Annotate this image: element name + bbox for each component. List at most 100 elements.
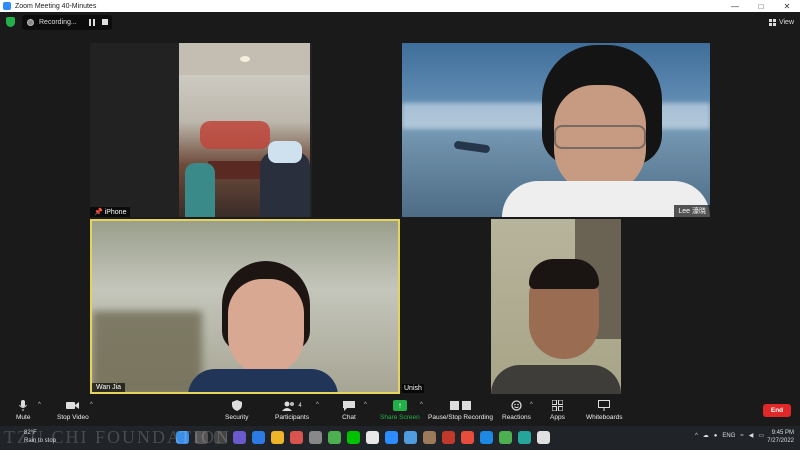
video-tile-unish[interactable]	[491, 219, 621, 394]
line-icon[interactable]	[347, 431, 360, 444]
participant-name-label: Unish	[402, 384, 424, 393]
reactions-button[interactable]: Reactions	[502, 400, 531, 421]
share-chevron-icon[interactable]: ^	[420, 402, 423, 408]
boat	[453, 140, 491, 154]
security-button[interactable]: Security	[225, 400, 248, 421]
shield-icon	[230, 400, 244, 411]
edge-icon[interactable]	[252, 431, 265, 444]
reactions-chevron-icon[interactable]: ^	[530, 402, 533, 408]
taskbar-clock[interactable]: 9:45 PM 7/27/2022	[767, 429, 794, 445]
reactions-label: Reactions	[502, 414, 531, 421]
shirt	[491, 365, 621, 394]
table	[208, 161, 266, 179]
app-icon[interactable]	[518, 431, 531, 444]
security-label: Security	[225, 414, 249, 421]
participant-name-label: Lee 濠晓	[674, 205, 710, 217]
recording-controls-icon	[449, 400, 473, 411]
chrome-icon[interactable]	[537, 431, 550, 444]
participant-name: iPhone	[104, 209, 127, 216]
participants-count: 4	[298, 402, 302, 409]
window-title: Zoom Meeting 40-Minutes	[15, 2, 97, 10]
close-button[interactable]: ✕	[774, 0, 800, 12]
taskbar-apps	[176, 431, 550, 444]
stop-video-label: Stop Video	[57, 414, 89, 421]
share-screen-icon: ↑	[392, 400, 407, 411]
participants-label: Participants	[275, 414, 309, 421]
whiteboards-label: Whiteboards	[586, 414, 623, 421]
maximize-button[interactable]: □	[748, 0, 774, 12]
wifi-icon[interactable]: ≈	[740, 433, 743, 439]
view-label: View	[778, 18, 794, 26]
window-controls: — □ ✕	[722, 0, 800, 12]
mute-button[interactable]: Mute	[16, 400, 30, 421]
recording-indicator: Recording...	[22, 15, 112, 30]
share-screen-label: Share Screen	[380, 414, 420, 421]
group-of-people	[200, 121, 270, 149]
share-screen-button[interactable]: ↑ Share Screen	[380, 400, 420, 421]
app-icon[interactable]	[499, 431, 512, 444]
cloud-icon[interactable]: ☁	[703, 432, 709, 439]
pause-stop-recording-label: Pause/Stop Recording	[428, 414, 494, 421]
system-tray: ^ ☁ ● ENG ≈ ◀ ▭	[695, 432, 764, 440]
app-icon[interactable]	[480, 431, 493, 444]
apps-button[interactable]: Apps	[550, 400, 565, 421]
stop-recording-icon[interactable]	[102, 19, 108, 25]
file-explorer-icon[interactable]	[271, 431, 284, 444]
watermark-logo: TZU CHI FOUNDATION	[4, 427, 231, 447]
record-dot-icon	[27, 19, 34, 26]
chat-chevron-icon[interactable]: ^	[364, 402, 367, 408]
pin-icon: 📌	[94, 209, 103, 216]
participant-name: Unish	[404, 385, 422, 392]
app-icon[interactable]	[423, 431, 436, 444]
audio-options-chevron-icon[interactable]: ^	[38, 402, 41, 408]
pause-icon	[450, 401, 460, 410]
speaker-icon[interactable]: ◀	[749, 432, 754, 439]
face	[228, 279, 304, 375]
apps-label: Apps	[550, 414, 565, 421]
plant-background	[92, 311, 202, 392]
office-icon[interactable]	[290, 431, 303, 444]
app-icon[interactable]	[442, 431, 455, 444]
zoom-taskbar-icon[interactable]	[385, 431, 398, 444]
whiteboard-icon	[597, 400, 611, 411]
snipping-tool-icon[interactable]	[309, 431, 322, 444]
chevron-up-icon[interactable]: ^	[695, 433, 698, 439]
meeting-topbar: Recording... View	[0, 12, 800, 32]
grid-view-icon	[768, 18, 776, 26]
whiteboards-button[interactable]: Whiteboards	[586, 400, 623, 421]
camera-icon	[66, 400, 80, 411]
video-tile-wan-jia[interactable]: Wan Jia	[90, 219, 400, 394]
recording-label: Recording...	[39, 19, 77, 26]
chrome-icon[interactable]	[366, 431, 379, 444]
app-icon[interactable]	[461, 431, 474, 444]
shirt	[188, 369, 338, 392]
ceiling-light	[240, 56, 250, 62]
video-tile-iphone[interactable]: 📌 iPhone	[90, 43, 312, 217]
mail-icon[interactable]	[404, 431, 417, 444]
window-titlebar: Zoom Meeting 40-Minutes — □ ✕	[0, 0, 800, 12]
chat-button[interactable]: Chat	[342, 400, 356, 421]
mic-tray-icon[interactable]: ●	[714, 433, 718, 439]
end-meeting-button[interactable]: End	[763, 404, 791, 417]
pause-recording-icon[interactable]	[89, 19, 95, 26]
security-shield-icon[interactable]	[6, 17, 15, 27]
mute-label: Mute	[16, 414, 31, 421]
stop-video-button[interactable]: Stop Video	[57, 400, 89, 421]
pause-stop-recording-button[interactable]: Pause/Stop Recording	[428, 400, 493, 421]
smiley-icon	[509, 400, 523, 411]
minimize-button[interactable]: —	[722, 0, 748, 12]
photos-icon[interactable]	[328, 431, 341, 444]
video-tile-lee[interactable]: Lee 濠晓	[402, 43, 710, 217]
view-button[interactable]: View	[768, 15, 794, 29]
language-indicator[interactable]: ENG	[722, 433, 735, 439]
battery-icon[interactable]: ▭	[758, 432, 764, 439]
participants-button[interactable]: 4 Participants	[275, 400, 309, 421]
stop-icon	[462, 401, 472, 410]
chat-icon	[342, 400, 356, 411]
teams-icon[interactable]	[233, 431, 246, 444]
apps-icon	[550, 400, 564, 411]
video-options-chevron-icon[interactable]: ^	[90, 402, 93, 408]
zoom-app-icon	[3, 2, 11, 10]
chat-label: Chat	[342, 414, 356, 421]
participants-chevron-icon[interactable]: ^	[316, 402, 319, 408]
